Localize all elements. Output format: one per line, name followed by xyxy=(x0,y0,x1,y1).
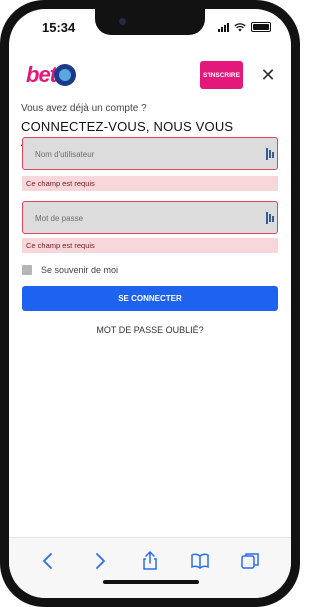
password-error: Ce champ est requis xyxy=(22,238,278,253)
browser-toolbar xyxy=(9,537,291,598)
password-input[interactable] xyxy=(33,202,257,235)
forward-icon[interactable] xyxy=(90,551,110,571)
username-field[interactable] xyxy=(22,137,278,171)
username-error: Ce champ est requis xyxy=(22,176,278,191)
status-time: 15:34 xyxy=(42,20,76,35)
tabs-icon[interactable] xyxy=(240,551,260,571)
wifi-icon xyxy=(234,22,246,31)
username-input[interactable] xyxy=(33,138,257,171)
remember-me[interactable]: Se souvenir de moi xyxy=(22,265,118,275)
logo-text: bet xyxy=(26,62,57,87)
home-indicator xyxy=(103,580,199,584)
signal-icon xyxy=(218,22,229,32)
back-icon[interactable] xyxy=(38,551,58,571)
password-field[interactable] xyxy=(22,201,278,235)
login-subtitle: Vous avez déjà un compte ? xyxy=(21,103,147,114)
camera xyxy=(119,18,126,25)
share-icon[interactable] xyxy=(140,551,160,571)
signup-button[interactable]: S'INSCRIRE xyxy=(200,61,243,89)
password-manager-icon[interactable] xyxy=(266,212,274,224)
password-manager-icon[interactable] xyxy=(266,148,274,160)
header: bet S'INSCRIRE ✕ xyxy=(9,55,291,97)
brand-logo[interactable]: bet xyxy=(26,62,76,88)
forgot-password-link[interactable]: MOT DE PASSE OUBLIÉ? xyxy=(9,325,291,335)
notch xyxy=(95,9,205,35)
remember-label: Se souvenir de moi xyxy=(41,265,119,275)
battery-icon xyxy=(251,22,271,32)
logo-ball-icon xyxy=(54,64,76,86)
phone-frame: 15:34 bet S'INSCRIRE ✕ Vous avez déjà un… xyxy=(0,0,300,607)
screen: 15:34 bet S'INSCRIRE ✕ Vous avez déjà un… xyxy=(9,9,291,598)
close-icon[interactable]: ✕ xyxy=(260,62,276,88)
login-button[interactable]: SE CONNECTER xyxy=(22,286,278,311)
status-icons xyxy=(218,22,271,32)
bookmarks-icon[interactable] xyxy=(190,551,210,571)
remember-checkbox[interactable] xyxy=(22,265,32,275)
